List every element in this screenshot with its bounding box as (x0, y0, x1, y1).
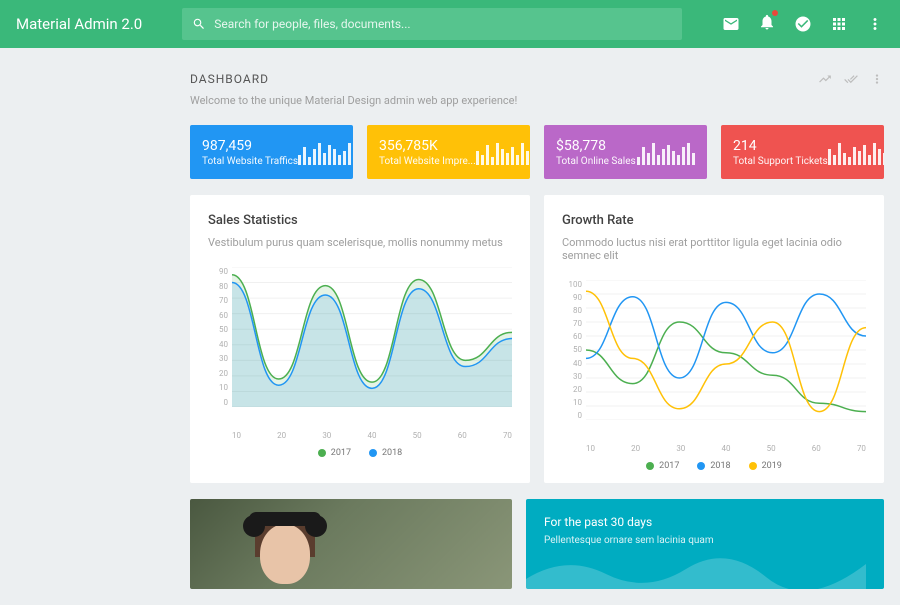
main-content: DASHBOARD Welcome to the unique Material… (0, 48, 900, 605)
teal-desc: Pellentesque ornare sem lacinia quam (544, 535, 866, 546)
search-input[interactable] (214, 17, 672, 31)
legend-item: 2017 (646, 461, 679, 471)
stat-value: 987,459 (202, 138, 298, 154)
done-all-icon[interactable] (844, 72, 858, 86)
sparkline-icon (476, 139, 530, 165)
sparkline-icon (298, 139, 353, 165)
legend-item: 2018 (697, 461, 730, 471)
teal-title: For the past 30 days (544, 515, 866, 529)
photo-card[interactable] (190, 499, 512, 589)
notification-dot (772, 10, 778, 16)
sales-desc: Vestibulum purus quam scelerisque, molli… (208, 236, 512, 249)
apps-icon[interactable] (830, 15, 848, 33)
stat-label: Total Support Tickets (733, 156, 828, 167)
stat-label: Total Website Traffics (202, 156, 298, 167)
legend-item: 2019 (749, 461, 782, 471)
check-circle-icon[interactable] (794, 15, 812, 33)
sales-card: Sales Statistics Vestibulum purus quam s… (190, 195, 530, 483)
stat-value: 356,785K (379, 138, 476, 154)
growth-card: Growth Rate Commodo luctus nisi erat por… (544, 195, 884, 483)
header-actions (722, 13, 884, 35)
legend-item: 2017 (318, 448, 351, 458)
sparkline-icon (828, 139, 884, 165)
growth-legend: 2017 2018 2019 (562, 461, 866, 471)
mail-icon[interactable] (722, 15, 740, 33)
legend-item: 2018 (369, 448, 402, 458)
growth-chart: 1009080706050403020100 (562, 280, 866, 440)
sparkline-icon (637, 139, 695, 165)
app-header: Material Admin 2.0 (0, 0, 900, 48)
stat-label: Total Website Impre... (379, 156, 476, 167)
sales-chart: 9080706050403020100 (208, 267, 512, 427)
page-actions (818, 72, 884, 86)
stat-card[interactable]: 214 Total Support Tickets (721, 125, 884, 179)
more-vert-icon[interactable] (866, 15, 884, 33)
stat-value: 214 (733, 138, 828, 154)
page-subtitle: Welcome to the unique Material Design ad… (190, 94, 818, 107)
search-icon (192, 17, 206, 31)
sales-title: Sales Statistics (208, 213, 512, 228)
stat-card[interactable]: $58,778 Total Online Sales (544, 125, 707, 179)
stat-label: Total Online Sales (556, 156, 636, 167)
stat-card[interactable]: 356,785K Total Website Impre... (367, 125, 530, 179)
past-30-days-card[interactable]: For the past 30 days Pellentesque ornare… (526, 499, 884, 589)
stat-cards: 987,459 Total Website Traffics 356,785K … (190, 125, 884, 179)
brand-title: Material Admin 2.0 (16, 15, 142, 33)
growth-title: Growth Rate (562, 213, 866, 228)
stat-card[interactable]: 987,459 Total Website Traffics (190, 125, 353, 179)
trending-icon[interactable] (818, 72, 832, 86)
search-box[interactable] (182, 8, 682, 40)
page-title: DASHBOARD (190, 72, 818, 86)
more-vert-icon[interactable] (870, 72, 884, 86)
stat-value: $58,778 (556, 138, 636, 154)
growth-desc: Commodo luctus nisi erat porttitor ligul… (562, 236, 866, 262)
sales-legend: 2017 2018 (208, 448, 512, 458)
